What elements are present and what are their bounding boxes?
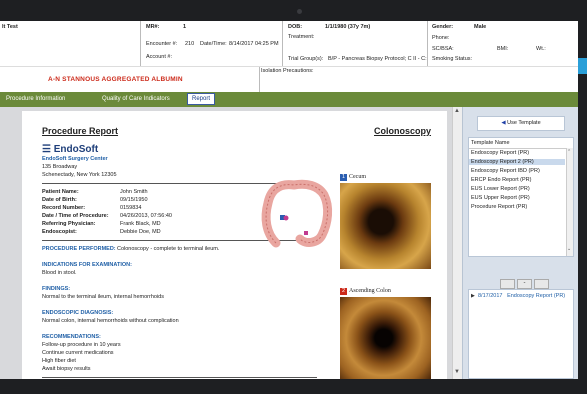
template-panel: ◀ Use Template Template Name Endoscopy R… [462,107,578,379]
image-number-1: 1 [340,174,347,181]
recommendation-item: Continue current medications [42,350,114,356]
trial-label: Trial Group(s): [288,56,324,62]
left-arrow-icon: ◀ [501,120,506,126]
dob-label: DOB: [288,24,303,30]
endoscopist-value: Debbie Doe, MD [120,229,161,235]
bottom-divider [42,377,317,378]
side-tab-icon[interactable] [578,58,587,74]
tab-procedure-information[interactable]: Procedure Information [2,94,69,105]
trial-value: B/P - Pancreas Biopsy Protocol; C II - C… [328,56,427,62]
report-history-list: ▶ 8/17/2017 Endoscopy Report (PR) [468,289,574,379]
list-item[interactable]: Procedure Report (PR) [471,204,527,210]
endoscopy-image-cecum[interactable] [340,183,431,269]
dob-value: 09/15/1950 [120,197,148,203]
datetime-label: Date/Time: [200,41,227,47]
image-number-2: 2 [340,288,347,295]
recommendation-item: Await biopsy results [42,366,91,372]
endoscopy-image-ascending-colon[interactable] [340,297,431,379]
endoscopist-label: Endoscopist: [42,229,77,235]
record-number-value: 0159834 [120,205,142,211]
indications-label: INDICATIONS FOR EXAMINATION: [42,262,132,268]
template-list-scrollbar[interactable]: ⌃ ⌄ [566,148,573,256]
center-address-1: 135 Broadway [42,164,78,170]
referring-physician-value: Frank Black, MD [120,221,161,227]
mr-label: MR#: [146,24,160,30]
gender-label: Gender: [432,24,454,30]
logo-icon: ☰ [42,144,51,155]
history-back-button[interactable] [500,279,515,289]
chevron-down-icon[interactable]: ⌄ [567,246,571,252]
use-template-button[interactable]: ◀ Use Template [477,116,565,131]
tab-quality-of-care[interactable]: Quality of Care Indicators [98,94,174,105]
smoking-label: Smoking Status: [432,56,473,62]
list-item[interactable]: Endoscopy Report (PR) [471,150,529,156]
findings-label: FINDINGS: [42,286,71,292]
image-caption-2: Ascending Colon [349,288,391,294]
list-item[interactable]: EUS Upper Report (PR) [471,195,530,201]
history-entry[interactable]: 8/17/2017 Endoscopy Report (PR) [478,293,565,299]
encounter-label: Encounter #: [146,41,178,47]
app-screen: lt Test MR#: 1 Encounter #: 210 Date/Tim… [0,21,578,379]
history-remove-button[interactable]: - [517,279,532,289]
procedure-datetime-value: 04/26/2013, 07:56:40 [120,213,172,219]
tab-report[interactable]: Report [187,93,216,105]
history-forward-button[interactable] [534,279,549,289]
gender-value: Male [474,24,487,30]
bmi-label: BMI: [497,46,509,52]
encounter-value: 210 [185,41,195,47]
camera-dot [297,9,302,14]
procedure-type: Colonoscopy [374,126,432,136]
report-title: Procedure Report [42,126,119,136]
report-scrollbar[interactable]: ▲ ▼ [452,107,462,379]
recommendation-item: High fiber diet [42,358,76,364]
account-label: Account #: [146,54,172,60]
list-item[interactable]: ERCP Endo Report (PR) [471,177,531,183]
procedure-performed-label: PROCEDURE PERFORMED: [42,246,116,252]
list-item-selected[interactable]: Endoscopy Report 2 (PR) [469,159,565,165]
findings-value: Normal to the terminal ileum, internal h… [42,294,164,300]
datetime-value: 8/14/2017 04:25 PM [229,41,279,47]
template-list-header: Template Name [471,140,510,146]
report-viewport: Procedure Report Colonoscopy ☰ EndoSoft … [0,107,462,379]
center-address-2: Schenectady, New York 12305 [42,172,117,178]
scroll-down-icon[interactable]: ▼ [454,369,460,375]
patient-name-label: Patient Name: [42,189,79,195]
allergy-alert: A-N STANNOUS AGGREGATED ALBUMIN [48,76,183,83]
scbsa-label: SC/BSA: [432,46,454,52]
allergy-row: Isolation Precautions: A-N STANNOUS AGGR… [0,66,578,93]
endosoft-logo: ☰ EndoSoft [42,144,99,155]
report-page: Procedure Report Colonoscopy ☰ EndoSoft … [22,111,447,379]
recommendation-item: Follow-up procedure in 10 years [42,342,121,348]
phone-label: Phone: [432,35,450,41]
diagnosis-value: Normal colon, internal hemorrhoids witho… [42,318,179,324]
tab-bar: Procedure Information Quality of Care In… [0,92,578,107]
dob-value: 1/1/1980 (37y 7m) [325,24,371,30]
patient-name-value: John Smith [120,189,148,195]
dob-label: Date of Birth: [42,197,77,203]
image-caption-1: Cecum [349,174,366,180]
patient-name: lt Test [2,24,18,30]
patient-header: lt Test MR#: 1 Encounter #: 210 Date/Tim… [0,21,578,66]
center-name: EndoSoft Surgery Center [42,156,108,162]
procedure-performed-value: Colonoscopy - complete to terminal ileum… [117,246,220,252]
wt-label: Wt.: [536,46,546,52]
recommendations-label: RECOMMENDATIONS: [42,334,101,340]
list-item[interactable]: EUS Lower Report (PR) [471,186,530,192]
diagnosis-label: ENDOSCOPIC DIAGNOSIS: [42,310,114,316]
template-list: Template Name Endoscopy Report (PR) Endo… [468,137,574,257]
procedure-datetime-label: Date / Time of Procedure: [42,213,109,219]
chevron-up-icon[interactable]: ⌃ [567,149,571,155]
colon-diagram [261,179,333,248]
treatment-label: Treatment: [288,34,315,40]
referring-physician-label: Referring Physician: [42,221,96,227]
expand-arrow-icon[interactable]: ▶ [471,293,475,299]
record-number-label: Record Number: [42,205,86,211]
indications-value: Blood in stool. [42,270,77,276]
list-item[interactable]: Endoscopy Report IBD (PR) [471,168,540,174]
isolation-label: Isolation Precautions: [261,68,314,74]
scroll-up-icon[interactable]: ▲ [454,108,460,114]
mr-value: 1 [183,24,187,30]
